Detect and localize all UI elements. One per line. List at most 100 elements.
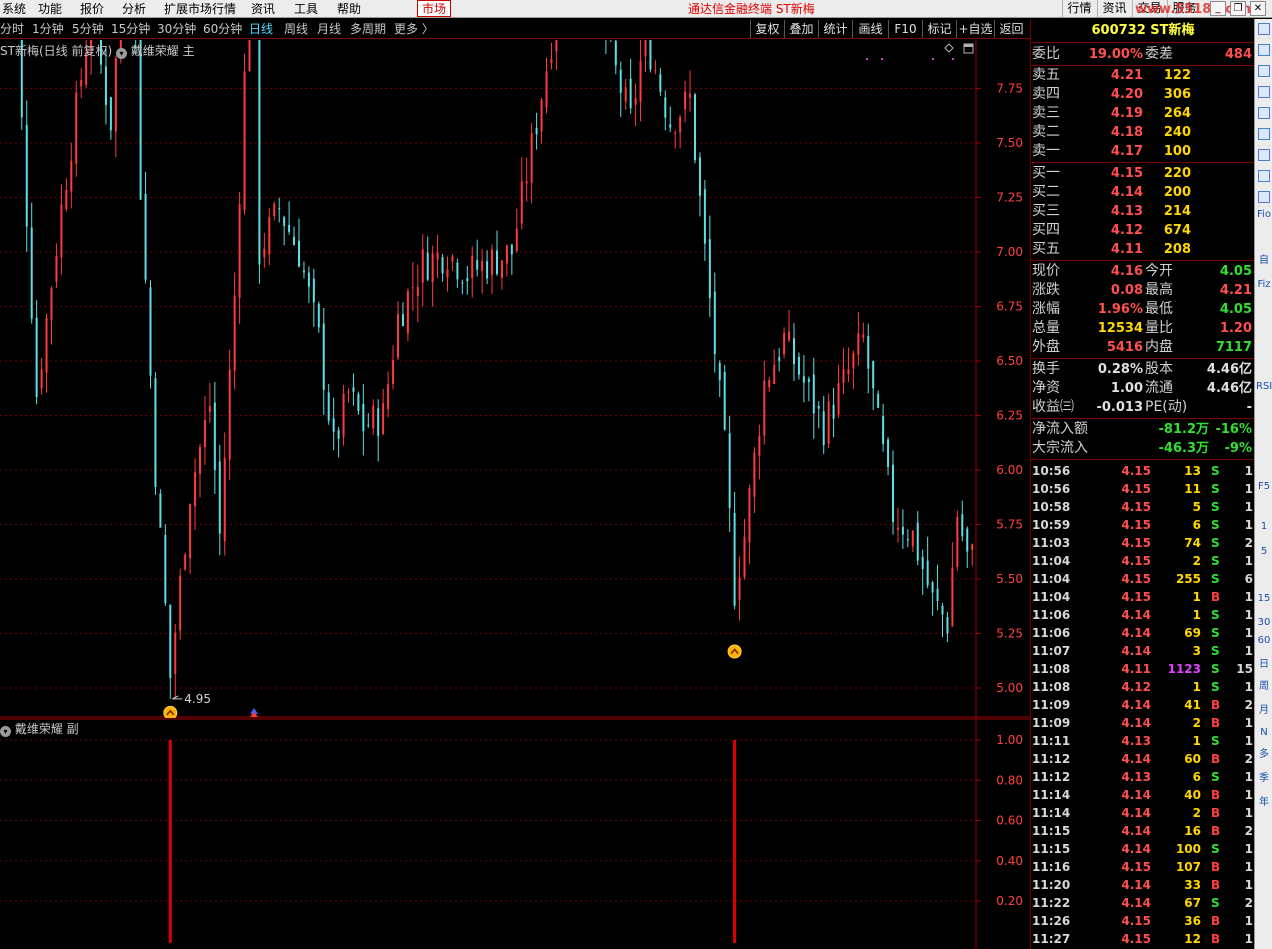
- period-15min[interactable]: 15分钟: [111, 19, 150, 39]
- candle-body: [956, 516, 959, 567]
- sell-order-row[interactable]: 卖一 4.17 100: [1031, 142, 1255, 161]
- strip-shortcut-13[interactable]: N: [1256, 725, 1272, 741]
- buy-order-row[interactable]: 买一 4.15 220: [1031, 164, 1255, 183]
- period-monthly[interactable]: 月线: [317, 19, 341, 39]
- candle-body: [877, 393, 880, 408]
- menu-help[interactable]: 帮助: [337, 0, 361, 18]
- candle-body: [416, 286, 419, 297]
- candle-body: [179, 575, 182, 631]
- menu-analysis[interactable]: 分析: [122, 0, 146, 18]
- toolbar-icon[interactable]: [1258, 65, 1270, 77]
- menu-system[interactable]: 系统: [2, 0, 26, 18]
- toolbar-icon[interactable]: [1258, 128, 1270, 140]
- period-daily[interactable]: 日线: [249, 19, 273, 39]
- nav-quotes[interactable]: 行情: [1062, 0, 1096, 17]
- chevron-down-icon[interactable]: ▾: [115, 48, 127, 59]
- strip-shortcut-3[interactable]: RSI: [1256, 379, 1272, 395]
- nav-news[interactable]: 资讯: [1097, 0, 1131, 17]
- strip-shortcut-12[interactable]: 月: [1256, 703, 1272, 719]
- tick-direction: S: [1211, 644, 1220, 658]
- tick-time: 10:56: [1032, 482, 1071, 496]
- period-1min[interactable]: 1分钟: [32, 19, 64, 39]
- chevron-down-icon[interactable]: ▾: [0, 726, 11, 737]
- signal-spike: [733, 740, 737, 943]
- statistics-button[interactable]: 统计: [818, 20, 852, 38]
- adjust-button[interactable]: 复权: [750, 20, 784, 38]
- market-button[interactable]: 市场: [417, 0, 451, 17]
- strip-shortcut-16[interactable]: 年: [1256, 795, 1272, 811]
- toolbar-icon[interactable]: [1258, 23, 1270, 35]
- buy-order-row[interactable]: 买三 4.13 214: [1031, 202, 1255, 221]
- toolbar-icon[interactable]: [1258, 191, 1270, 203]
- draw-line-button[interactable]: 画线: [852, 20, 888, 38]
- tick-time: 11:27: [1032, 932, 1071, 946]
- tick-volume: 6: [1192, 518, 1201, 532]
- period-5min[interactable]: 5分钟: [72, 19, 104, 39]
- strip-shortcut-9[interactable]: 60: [1256, 633, 1272, 649]
- candle-body: [491, 249, 494, 275]
- buy-order-row[interactable]: 买五 4.11 208: [1031, 240, 1255, 259]
- f10-button[interactable]: F10: [888, 20, 922, 38]
- strip-shortcut-11[interactable]: 周: [1256, 679, 1272, 695]
- period-30min[interactable]: 30分钟: [157, 19, 196, 39]
- overlay-button[interactable]: 叠加: [784, 20, 818, 38]
- toolbar-icon[interactable]: [1258, 149, 1270, 161]
- sub-indicator-label[interactable]: 戴维荣耀 副: [15, 722, 79, 736]
- strip-shortcut-7[interactable]: 15: [1256, 591, 1272, 607]
- tick-count: 1: [1244, 680, 1253, 694]
- tick-time: 11:03: [1032, 536, 1071, 550]
- strip-shortcut-0[interactable]: Fio: [1256, 207, 1272, 223]
- strip-shortcut-1[interactable]: 自: [1256, 253, 1272, 269]
- tick-price: 4.14: [1121, 752, 1151, 766]
- menu-function[interactable]: 功能: [38, 0, 62, 18]
- trade-tick-row: 11:16 4.15 107 B 1: [1031, 858, 1255, 876]
- add-watchlist-button[interactable]: +自选: [956, 20, 994, 38]
- strip-shortcut-10[interactable]: 日: [1256, 657, 1272, 673]
- sub-indicator-chart[interactable]: 1.00 0.80 0.60 0.40 0.20: [0, 718, 1030, 949]
- restore-icon[interactable]: ❐: [1230, 1, 1246, 16]
- candle-body: [892, 464, 894, 522]
- period-multi[interactable]: 多周期: [350, 19, 386, 39]
- menu-tools[interactable]: 工具: [294, 0, 318, 18]
- sell-order-row[interactable]: 卖三 4.19 264: [1031, 104, 1255, 123]
- buy-order-row[interactable]: 买四 4.12 674: [1031, 221, 1255, 240]
- tick-direction: S: [1211, 482, 1220, 496]
- menu-quote[interactable]: 报价: [80, 0, 104, 18]
- period-more[interactable]: 更多 〉: [394, 19, 434, 39]
- period-weekly[interactable]: 周线: [284, 19, 308, 39]
- period-60min[interactable]: 60分钟: [203, 19, 242, 39]
- menu-news[interactable]: 资讯: [251, 0, 275, 18]
- strip-shortcut-2[interactable]: Fiz: [1256, 277, 1272, 293]
- sell-order-row[interactable]: 卖四 4.20 306: [1031, 85, 1255, 104]
- toolbar-icon[interactable]: [1258, 44, 1270, 56]
- strip-shortcut-5[interactable]: 1: [1256, 519, 1272, 535]
- period-tick[interactable]: 分时: [0, 19, 24, 39]
- minimize-icon[interactable]: _: [1210, 1, 1226, 16]
- tick-time: 11:20: [1032, 878, 1071, 892]
- strip-shortcut-14[interactable]: 多: [1256, 747, 1272, 763]
- toolbar-icon[interactable]: [1258, 86, 1270, 98]
- trade-tick-row: 10:56 4.15 11 S 1: [1031, 480, 1255, 498]
- buy-order-row[interactable]: 买二 4.14 200: [1031, 183, 1255, 202]
- sell-order-row[interactable]: 卖五 4.21 122: [1031, 66, 1255, 85]
- menu-extended-market[interactable]: 扩展市场行情: [164, 0, 236, 18]
- strip-shortcut-15[interactable]: 季: [1256, 771, 1272, 787]
- sell-order-row[interactable]: 卖二 4.18 240: [1031, 123, 1255, 142]
- candle-body: [619, 69, 622, 93]
- back-button[interactable]: 返回: [994, 20, 1028, 38]
- main-kline-chart[interactable]: 10.5010.2510.009.759.509.259.008.758.508…: [0, 40, 1030, 718]
- strip-shortcut-6[interactable]: 5: [1256, 544, 1272, 560]
- main-indicator-label[interactable]: 戴维荣耀 主: [131, 44, 195, 58]
- tick-price: 4.14: [1121, 842, 1151, 856]
- flow-row: 大宗流入 -46.3万 -9%: [1031, 439, 1255, 458]
- tick-direction: S: [1211, 770, 1220, 784]
- toolbar-icon[interactable]: [1258, 107, 1270, 119]
- strip-shortcut-8[interactable]: 30: [1256, 615, 1272, 631]
- close-icon[interactable]: ✕: [1250, 1, 1266, 16]
- strip-shortcut-4[interactable]: F5: [1256, 479, 1272, 495]
- order-volume: 220: [1163, 166, 1191, 181]
- mark-button[interactable]: 标记: [922, 20, 956, 38]
- candle-body: [293, 236, 296, 245]
- tick-price: 4.15: [1121, 572, 1151, 586]
- toolbar-icon[interactable]: [1258, 170, 1270, 182]
